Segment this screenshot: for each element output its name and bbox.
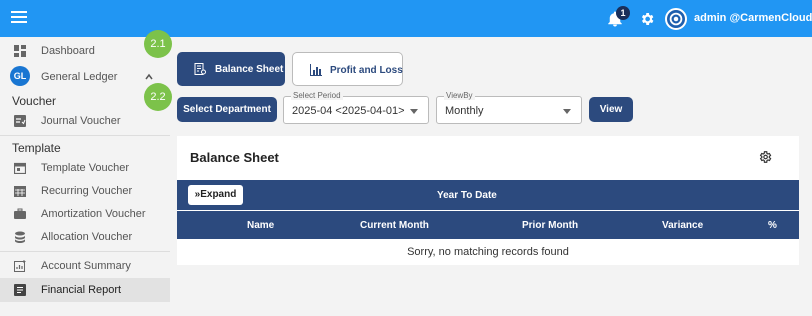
calendar-grid-icon [14,186,26,197]
sidebar-divider [0,135,170,136]
journal-voucher-icon [14,115,26,127]
sidebar-item-template-voucher[interactable]: Template Voucher [0,157,170,179]
sidebar-item-label: Financial Report [41,284,122,296]
sidebar-item-label: General Ledger [41,71,118,83]
balance-sheet-icon [194,63,206,75]
column-header-variance[interactable]: Variance [662,220,703,231]
viewby-value: Monthly [445,105,484,117]
user-avatar[interactable] [665,8,687,30]
database-icon [15,231,25,243]
select-department-button[interactable]: Select Department [177,97,277,122]
gl-badge: GL [10,66,30,86]
top-bar: 1 admin @CarmenCloud [0,0,812,37]
sidebar-item-financial-report[interactable]: Financial Report [0,278,170,302]
viewby-legend: ViewBy [444,91,475,100]
table-settings-gear-icon[interactable] [758,150,772,164]
column-header-name[interactable]: Name [247,220,274,231]
profit-and-loss-button[interactable]: Profit and Loss [292,52,403,86]
bar-chart-icon [310,64,322,76]
chevron-up-icon[interactable] [145,73,153,81]
profit-and-loss-label: Profit and Loss [330,65,403,76]
caret-down-icon [563,109,571,114]
sidebar-divider [0,251,170,252]
sidebar-item-label: Account Summary [41,260,131,272]
select-period-value: 2025-04 <2025-04-01> [292,105,405,117]
card-title: Balance Sheet [190,150,279,165]
sidebar-item-allocation-voucher[interactable]: Allocation Voucher [0,226,170,248]
chart-add-icon [14,260,26,272]
template-section-heading: Template [12,141,61,155]
select-period-legend: Select Period [291,91,343,100]
sidebar-item-recurring-voucher[interactable]: Recurring Voucher [0,180,170,202]
table-group-header: »Expand Year To Date [177,180,799,210]
sidebar-item-label: Template Voucher [41,162,130,174]
notification-badge: 1 [616,6,630,20]
balance-sheet-card: Balance Sheet »Expand Year To Date Name … [177,136,799,265]
viewby-dropdown[interactable]: ViewBy Monthly [436,91,582,124]
sidebar-item-general-ledger[interactable]: GL General Ledger [0,64,170,88]
expand-button[interactable]: »Expand [188,185,243,205]
sidebar-item-amortization-voucher[interactable]: Amortization Voucher [0,203,170,225]
caret-down-icon [410,109,418,114]
calendar-icon [14,162,26,174]
select-period-dropdown[interactable]: Select Period 2025-04 <2025-04-01> [283,91,429,124]
step-marker-2-2: 2.2 [144,83,172,111]
table-column-header: Name Current Month Prior Month Variance … [177,211,799,239]
briefcase-icon [14,208,26,219]
sidebar-item-account-summary[interactable]: Account Summary [0,255,170,277]
balance-sheet-label: Balance Sheet [215,64,284,75]
user-name[interactable]: admin @CarmenCloud [694,12,812,24]
column-header-prior-month[interactable]: Prior Month [522,220,578,231]
step-marker-2-1: 2.1 [144,30,172,58]
logo-swirl-icon [669,12,683,26]
dashboard-icon [14,45,26,57]
year-to-date-header: Year To Date [437,190,497,201]
view-button[interactable]: View [589,97,633,122]
balance-sheet-button[interactable]: Balance Sheet [177,52,285,86]
sidebar-item-label: Recurring Voucher [41,185,133,197]
report-icon [14,284,26,296]
sidebar-item-label: Journal Voucher [41,115,121,127]
sidebar-item-journal-voucher[interactable]: Journal Voucher [0,110,170,132]
voucher-section-heading: Voucher [12,94,57,108]
empty-table-message: Sorry, no matching records found [407,246,569,258]
settings-gear-icon[interactable] [639,11,655,27]
hamburger-menu-icon[interactable] [11,11,27,25]
column-header-percent[interactable]: % [768,220,777,231]
sidebar-item-label: Amortization Voucher [41,208,146,220]
column-header-current-month[interactable]: Current Month [360,220,429,231]
sidebar-item-label: Dashboard [41,45,95,57]
sidebar-item-label: Allocation Voucher [41,231,133,243]
sidebar: Dashboard GL General Ledger Voucher Jour… [0,37,170,316]
